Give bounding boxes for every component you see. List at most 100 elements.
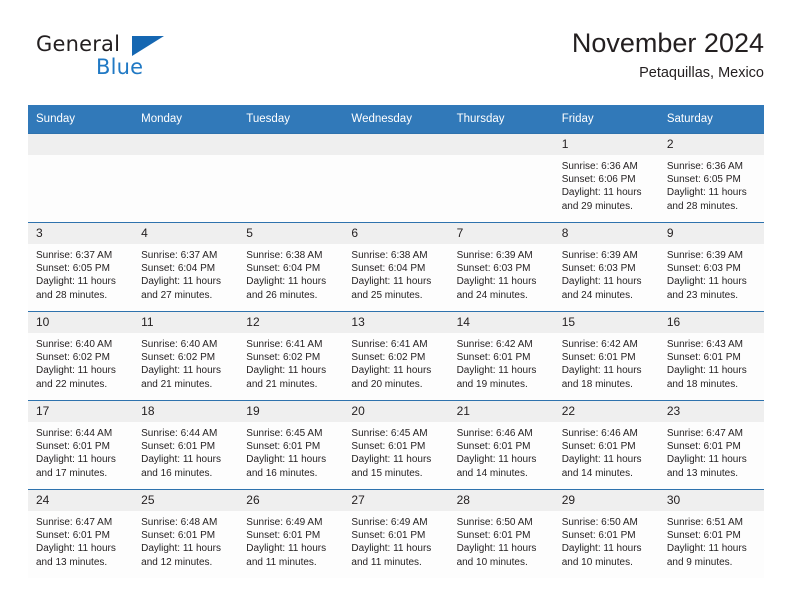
weekday-header-friday: Friday xyxy=(553,105,659,134)
calendar-day-cell[interactable]: 29 Sunrise: 6:50 AM Sunset: 6:01 PM Dayligh… xyxy=(553,489,659,578)
calendar-day-cell[interactable]: 15 Sunrise: 6:42 AM Sunset: 6:01 PM Dayligh… xyxy=(553,311,659,401)
title-block: November 2024 Petaquillas, Mexico xyxy=(572,26,764,84)
calendar-day-cell[interactable]: 3 Sunrise: 6:37 AM Sunset: 6:05 PM Daylight… xyxy=(28,222,134,312)
calendar-day-cell[interactable]: 7 Sunrise: 6:39 AM Sunset: 6:03 PM Daylight… xyxy=(448,222,554,312)
calendar-day-cell[interactable]: 17 Sunrise: 6:44 AM Sunset: 6:01 PM Dayligh… xyxy=(28,400,134,490)
calendar-day-cell[interactable]: 18 Sunrise: 6:44 AM Sunset: 6:01 PM Dayligh… xyxy=(133,400,239,490)
daylight-text: Daylight: 11 hours and 12 minutes. xyxy=(141,543,221,568)
sunrise-text: Sunrise: 6:42 AM xyxy=(561,339,638,350)
calendar-day-cell[interactable] xyxy=(28,133,134,223)
calendar-week-row: 3 Sunrise: 6:37 AM Sunset: 6:05 PM Daylight… xyxy=(28,222,764,312)
calendar-day-cell[interactable] xyxy=(133,133,239,223)
calendar-day-cell[interactable]: 28 Sunrise: 6:50 AM Sunset: 6:01 PM Dayligh… xyxy=(448,489,554,578)
daylight-text: Daylight: 11 hours and 21 minutes. xyxy=(141,365,221,390)
sunrise-text: Sunrise: 6:47 AM xyxy=(36,517,113,528)
daylight-text: Daylight: 11 hours and 18 minutes. xyxy=(561,365,642,390)
day-details: Sunrise: 6:36 AM Sunset: 6:05 PM Daylight:… xyxy=(659,155,764,213)
sunrise-text: Sunrise: 6:41 AM xyxy=(246,339,323,350)
sunset-text: Sunset: 6:01 PM xyxy=(561,441,636,453)
day-number: 20 xyxy=(343,401,449,422)
sunset-text: Sunset: 6:01 PM xyxy=(246,530,321,542)
calendar-day-cell[interactable]: 6 Sunrise: 6:38 AM Sunset: 6:04 PM Daylight… xyxy=(343,222,449,312)
daylight-text: Daylight: 11 hours and 14 minutes. xyxy=(561,454,642,479)
calendar-day-cell[interactable]: 10 Sunrise: 6:40 AM Sunset: 6:02 PM Dayligh… xyxy=(28,311,134,401)
sunset-text: Sunset: 6:02 PM xyxy=(141,352,216,364)
calendar-day-cell[interactable]: 2 Sunrise: 6:36 AM Sunset: 6:05 PM Daylight… xyxy=(658,133,764,223)
day-number: 22 xyxy=(553,401,659,422)
day-number: 12 xyxy=(238,312,344,333)
calendar-week-row: 24 Sunrise: 6:47 AM Sunset: 6:01 PM Dayligh… xyxy=(28,489,764,578)
day-details: Sunrise: 6:44 AM Sunset: 6:01 PM Daylight:… xyxy=(133,422,238,480)
sunrise-text: Sunrise: 6:41 AM xyxy=(351,339,428,350)
day-details: Sunrise: 6:38 AM Sunset: 6:04 PM Daylight:… xyxy=(343,244,448,302)
sunset-text: Sunset: 6:01 PM xyxy=(456,530,531,542)
daylight-text: Daylight: 11 hours and 14 minutes. xyxy=(456,454,537,479)
calendar-day-cell[interactable]: 24 Sunrise: 6:47 AM Sunset: 6:01 PM Dayligh… xyxy=(28,489,134,578)
page-subtitle: Petaquillas, Mexico xyxy=(639,65,764,81)
daylight-text: Daylight: 11 hours and 28 minutes. xyxy=(36,276,116,301)
calendar-day-cell[interactable]: 4 Sunrise: 6:37 AM Sunset: 6:04 PM Daylight… xyxy=(133,222,239,312)
calendar-day-cell[interactable]: 5 Sunrise: 6:38 AM Sunset: 6:04 PM Daylight… xyxy=(238,222,344,312)
weekday-header-monday: Monday xyxy=(133,105,239,134)
calendar-table: Sunday Monday Tuesday Wednesday Thursday… xyxy=(28,105,764,578)
sunset-text: Sunset: 6:02 PM xyxy=(246,352,321,364)
daylight-text: Daylight: 11 hours and 25 minutes. xyxy=(351,276,432,301)
sunrise-text: Sunrise: 6:39 AM xyxy=(666,250,743,261)
calendar-body: 1 Sunrise: 6:36 AM Sunset: 6:06 PM Daylight… xyxy=(28,133,764,578)
calendar-day-cell[interactable]: 19 Sunrise: 6:45 AM Sunset: 6:01 PM Dayligh… xyxy=(238,400,344,490)
day-number xyxy=(133,134,239,155)
weekday-header-sunday: Sunday xyxy=(28,105,134,134)
sunset-text: Sunset: 6:01 PM xyxy=(666,441,741,453)
calendar-day-cell[interactable]: 30 Sunrise: 6:51 AM Sunset: 6:01 PM Dayligh… xyxy=(658,489,764,578)
calendar-day-cell[interactable]: 9 Sunrise: 6:39 AM Sunset: 6:03 PM Daylight… xyxy=(658,222,764,312)
general-blue-logo[interactable]: General Blue xyxy=(36,32,216,90)
calendar-day-cell[interactable]: 8 Sunrise: 6:39 AM Sunset: 6:03 PM Daylight… xyxy=(553,222,659,312)
sunrise-text: Sunrise: 6:44 AM xyxy=(36,428,113,439)
sunrise-text: Sunrise: 6:46 AM xyxy=(561,428,638,439)
day-number: 2 xyxy=(658,134,764,155)
calendar-day-cell[interactable]: 26 Sunrise: 6:49 AM Sunset: 6:01 PM Dayligh… xyxy=(238,489,344,578)
calendar-day-cell[interactable]: 27 Sunrise: 6:49 AM Sunset: 6:01 PM Dayligh… xyxy=(343,489,449,578)
weekday-header-saturday: Saturday xyxy=(658,105,764,134)
calendar-day-cell[interactable]: 13 Sunrise: 6:41 AM Sunset: 6:02 PM Dayligh… xyxy=(343,311,449,401)
calendar-day-cell[interactable] xyxy=(238,133,344,223)
sunset-text: Sunset: 6:01 PM xyxy=(456,352,531,364)
calendar-day-cell[interactable] xyxy=(343,133,449,223)
sunset-text: Sunset: 6:06 PM xyxy=(561,174,636,186)
day-number: 8 xyxy=(553,223,659,244)
calendar-day-cell[interactable]: 14 Sunrise: 6:42 AM Sunset: 6:01 PM Dayligh… xyxy=(448,311,554,401)
calendar-day-cell[interactable]: 11 Sunrise: 6:40 AM Sunset: 6:02 PM Dayligh… xyxy=(133,311,239,401)
sunset-text: Sunset: 6:01 PM xyxy=(351,441,426,453)
sunrise-text: Sunrise: 6:45 AM xyxy=(351,428,428,439)
sunrise-text: Sunrise: 6:50 AM xyxy=(456,517,533,528)
calendar-day-cell[interactable]: 22 Sunrise: 6:46 AM Sunset: 6:01 PM Dayligh… xyxy=(553,400,659,490)
daylight-text: Daylight: 11 hours and 17 minutes. xyxy=(36,454,116,479)
day-details: Sunrise: 6:51 AM Sunset: 6:01 PM Daylight:… xyxy=(659,511,764,569)
daylight-text: Daylight: 11 hours and 15 minutes. xyxy=(351,454,432,479)
calendar-day-cell[interactable]: 20 Sunrise: 6:45 AM Sunset: 6:01 PM Dayligh… xyxy=(343,400,449,490)
calendar-day-cell[interactable]: 12 Sunrise: 6:41 AM Sunset: 6:02 PM Dayligh… xyxy=(238,311,344,401)
sunrise-text: Sunrise: 6:39 AM xyxy=(456,250,533,261)
day-details: Sunrise: 6:39 AM Sunset: 6:03 PM Daylight:… xyxy=(449,244,554,302)
calendar-day-cell[interactable]: 21 Sunrise: 6:46 AM Sunset: 6:01 PM Dayligh… xyxy=(448,400,554,490)
calendar-day-cell[interactable]: 1 Sunrise: 6:36 AM Sunset: 6:06 PM Daylight… xyxy=(553,133,659,223)
day-details: Sunrise: 6:45 AM Sunset: 6:01 PM Daylight:… xyxy=(343,422,448,480)
day-details: Sunrise: 6:46 AM Sunset: 6:01 PM Daylight:… xyxy=(554,422,659,480)
triangle-icon xyxy=(132,36,164,56)
day-number: 14 xyxy=(448,312,554,333)
sunrise-text: Sunrise: 6:50 AM xyxy=(561,517,638,528)
sunset-text: Sunset: 6:02 PM xyxy=(351,352,426,364)
day-number: 3 xyxy=(28,223,134,244)
sunrise-text: Sunrise: 6:38 AM xyxy=(351,250,428,261)
daylight-text: Daylight: 11 hours and 10 minutes. xyxy=(561,543,642,568)
sunrise-text: Sunrise: 6:40 AM xyxy=(141,339,218,350)
calendar-day-cell[interactable]: 25 Sunrise: 6:48 AM Sunset: 6:01 PM Dayligh… xyxy=(133,489,239,578)
calendar-day-cell[interactable]: 23 Sunrise: 6:47 AM Sunset: 6:01 PM Dayligh… xyxy=(658,400,764,490)
weekday-header-tuesday: Tuesday xyxy=(238,105,344,134)
daylight-text: Daylight: 11 hours and 24 minutes. xyxy=(561,276,642,301)
calendar-day-cell[interactable] xyxy=(448,133,554,223)
calendar-day-cell[interactable]: 16 Sunrise: 6:43 AM Sunset: 6:01 PM Dayligh… xyxy=(658,311,764,401)
day-details: Sunrise: 6:49 AM Sunset: 6:01 PM Daylight:… xyxy=(238,511,343,569)
sunset-text: Sunset: 6:01 PM xyxy=(36,441,110,453)
day-details: Sunrise: 6:42 AM Sunset: 6:01 PM Daylight:… xyxy=(554,333,659,391)
